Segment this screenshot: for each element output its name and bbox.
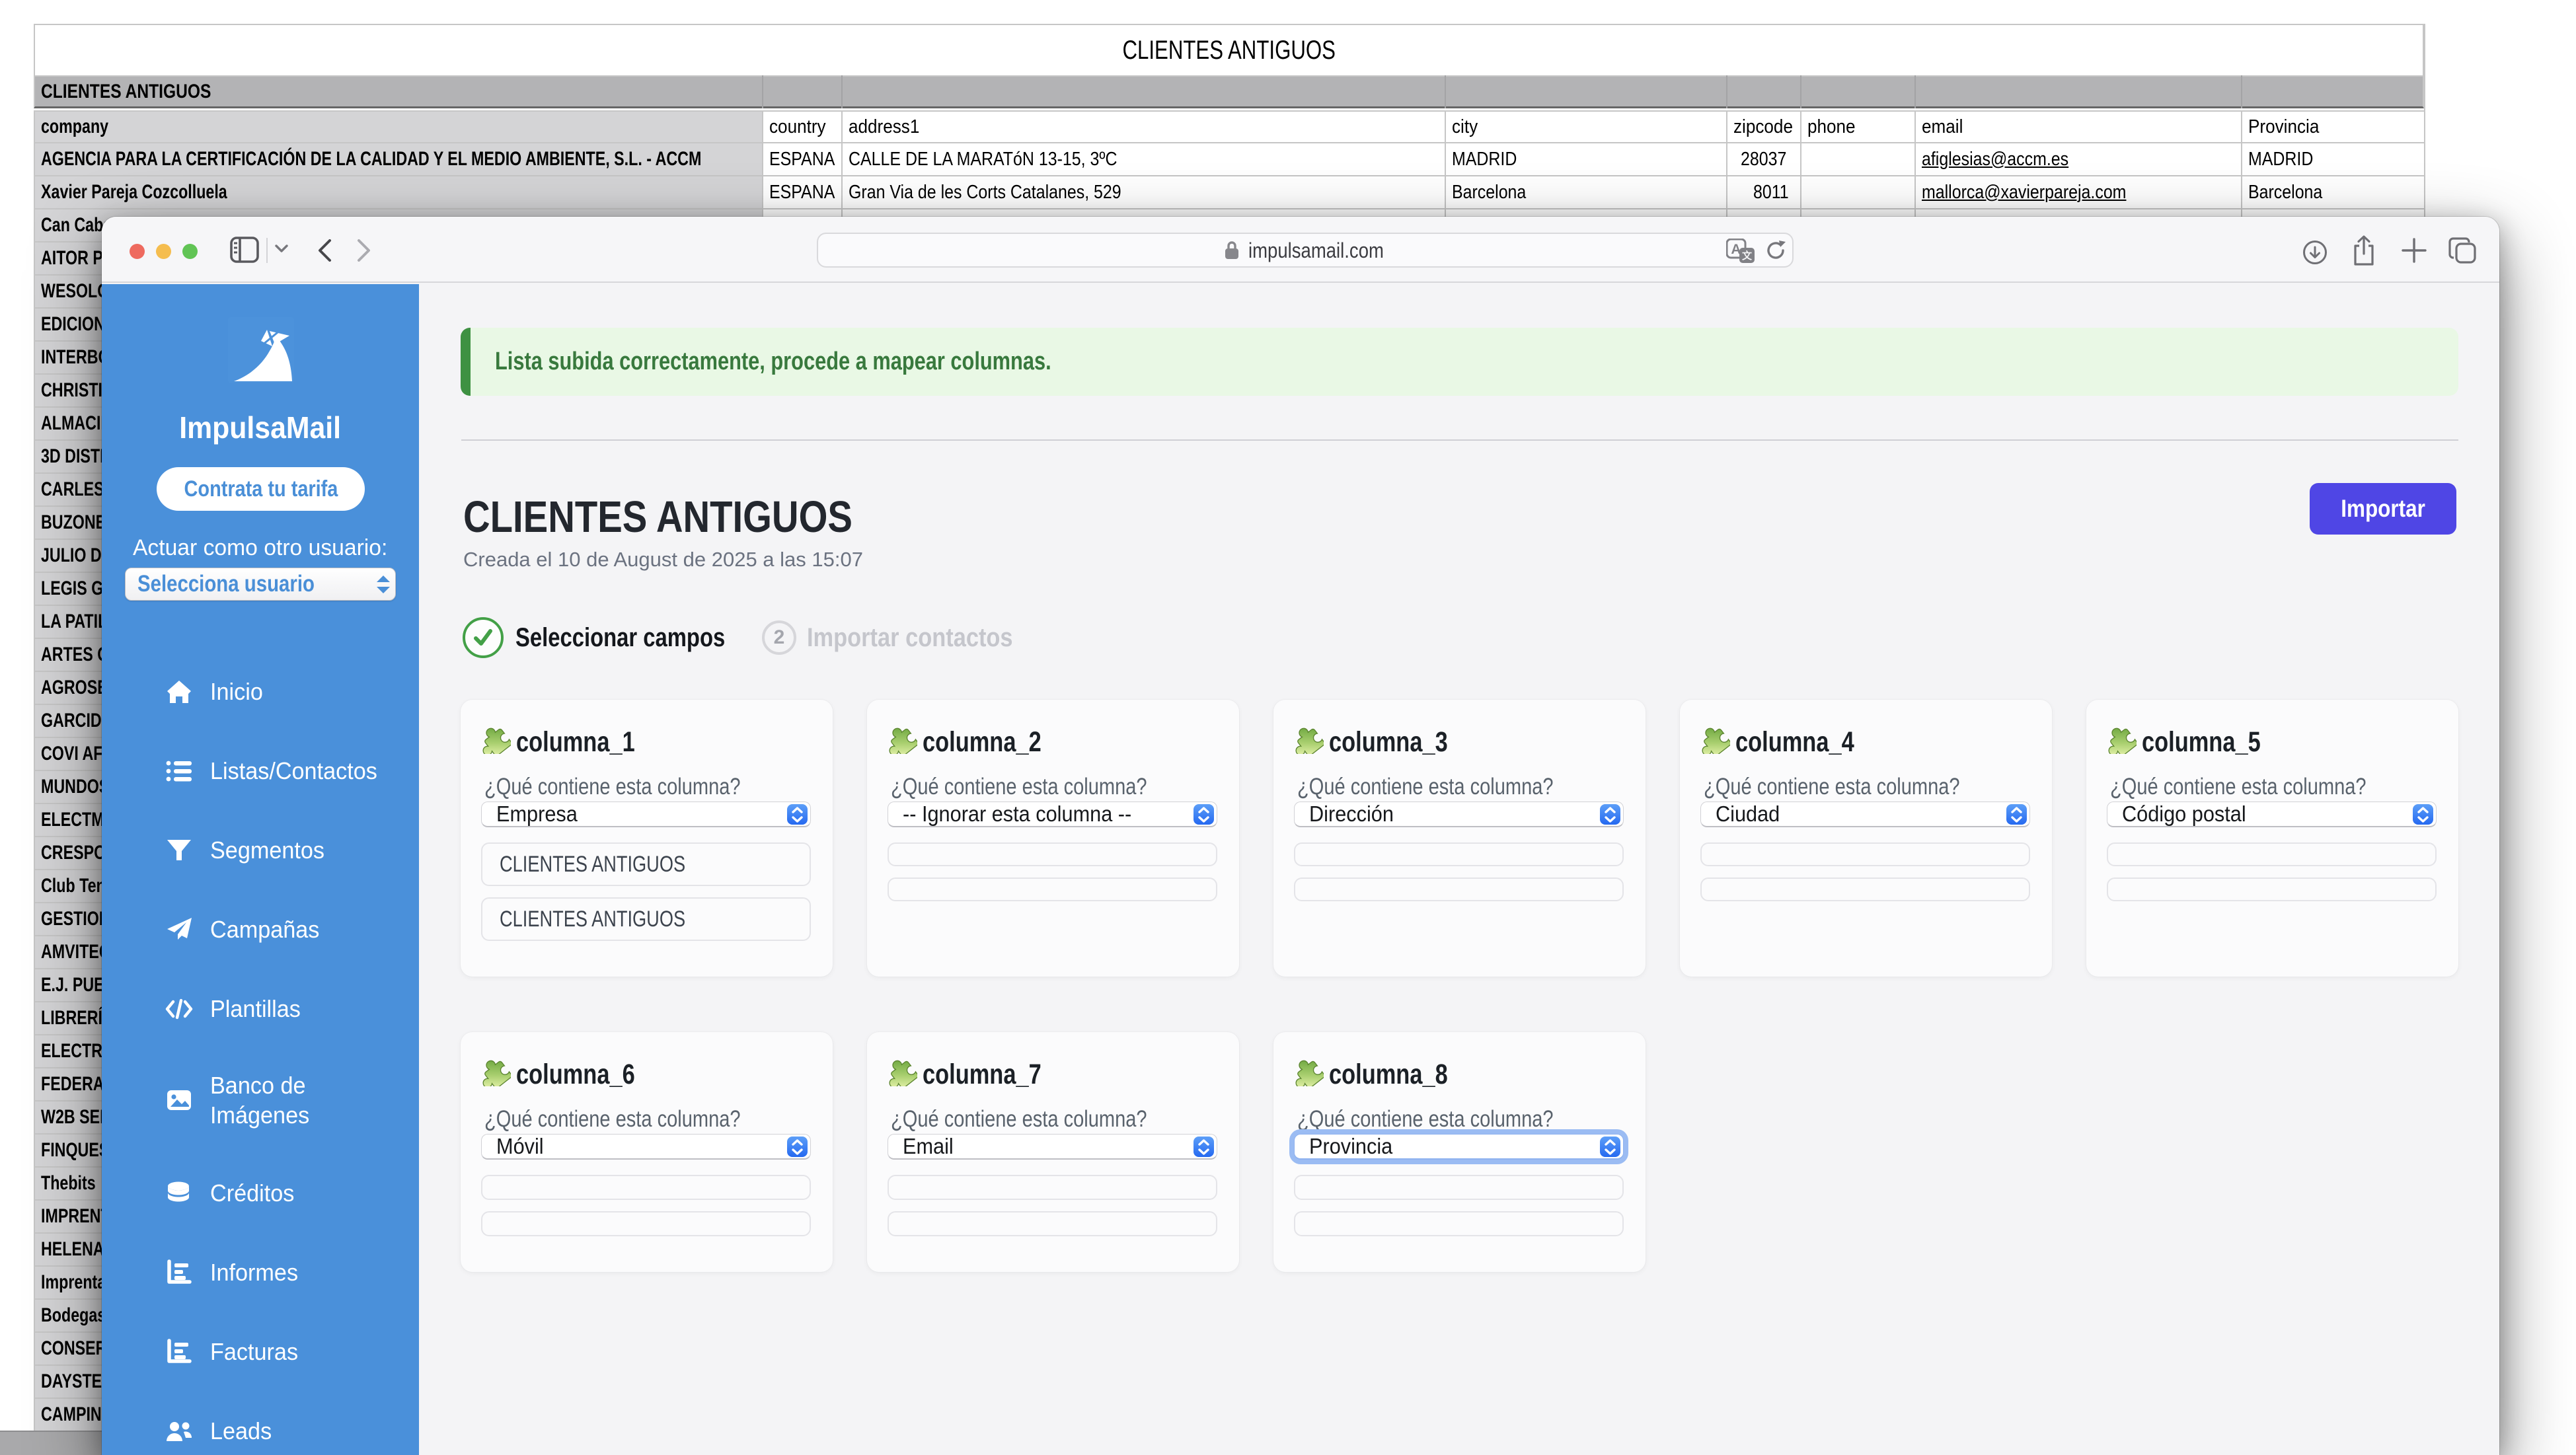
svg-text:文: 文 [1742, 250, 1753, 262]
